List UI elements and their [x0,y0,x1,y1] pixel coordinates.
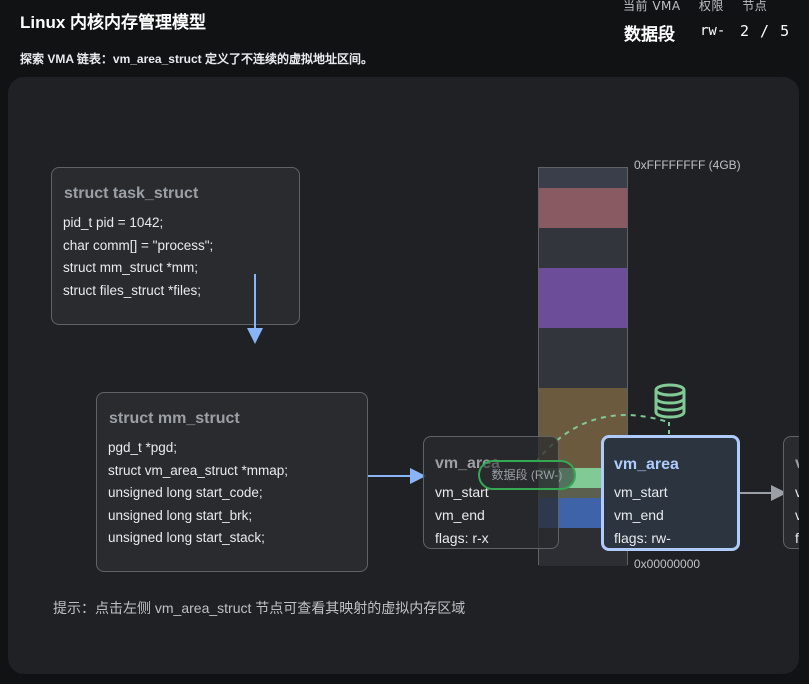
vma-node-end: v [795,507,799,523]
vma-node-next[interactable]: v v v f [783,436,799,549]
vma-node-title: vm_area [614,456,679,473]
vma-node-flags: f [795,530,799,546]
vma-node-start: v [795,484,799,500]
data-segment-pill: 数据段 (RW-) [478,460,576,490]
node-index-value: 2 / 5 [740,22,791,40]
header-subtitle: 探索 VMA 链表：vm_area_struct 定义了不连续的虚拟地址区间。 [20,52,373,66]
connector-layer [247,274,787,501]
hint-text: 提示：点击左侧 vm_area_struct 节点可查看其映射的虚拟内存区域 [53,600,466,616]
vma-node-prev[interactable]: vm_area vm_start vm_end flags: r-x [423,436,559,549]
status-values: 数据段 rw- 2 / 5 [624,20,804,45]
permission-value: rw- [700,23,726,39]
vma-node-flags: flags: r-x [435,530,489,546]
status-labels: 当前 VMA 权限 节点 [623,0,767,14]
vma-node-flags: flags: rw- [614,530,671,546]
status-label-permission: 权限 [698,0,724,13]
vma-node-active[interactable]: vm_area vm_start vm_end flags: rw- [601,435,740,551]
header-title: Linux 内核内存管理模型 [20,13,207,32]
vma-node-start: vm_start [435,484,489,500]
vma-node-end: vm_end [435,507,485,523]
vma-node-title: v [795,455,799,473]
status-label-current-vma: 当前 VMA [623,0,681,13]
current-region-value: 数据段 [624,25,675,45]
vma-node-start: vm_start [614,484,668,500]
diagram-panel: struct task_struct pid_t pid = 1042; cha… [8,77,799,674]
vma-node-end: vm_end [614,507,664,523]
database-icon [654,383,686,419]
status-label-node: 节点 [742,0,768,13]
